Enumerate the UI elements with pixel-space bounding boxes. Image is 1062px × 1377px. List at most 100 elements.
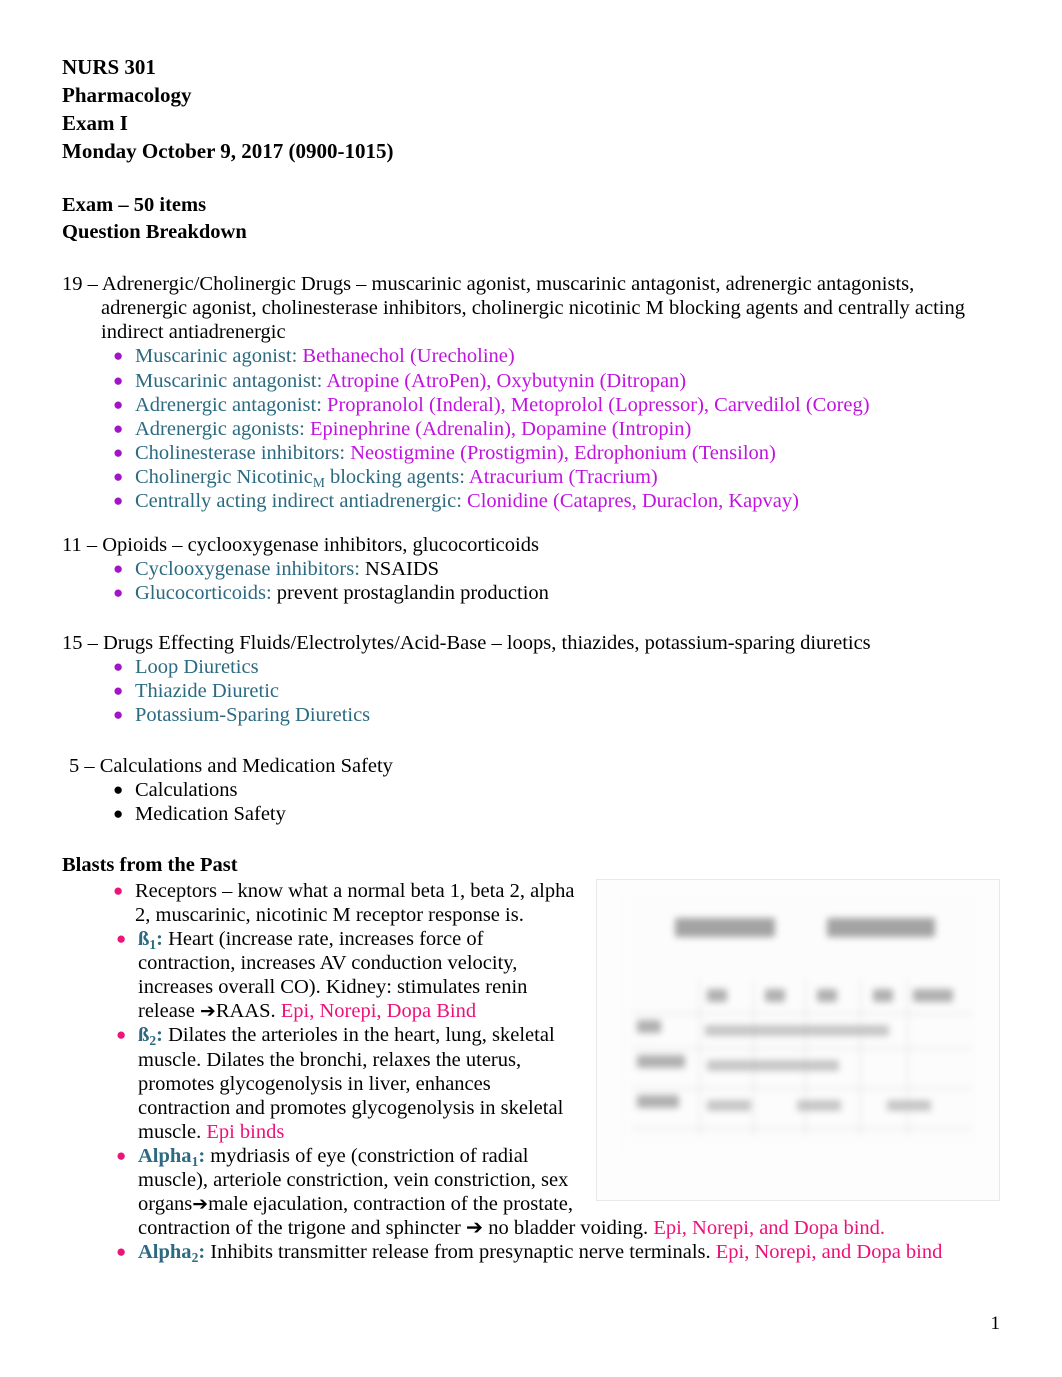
item-value: Bethanechol (Urecholine) bbox=[302, 345, 515, 368]
item-value: Epinephrine (Adrenalin), Dopamine (Intro… bbox=[309, 417, 692, 440]
bullet-dot-icon: ● bbox=[113, 681, 124, 701]
item-label: Cholinesterase inhibitors: bbox=[135, 441, 346, 464]
bullet-dot-icon: ● bbox=[116, 929, 127, 949]
bullet-dot-icon: ● bbox=[113, 418, 124, 438]
bullet-dot-icon: ● bbox=[113, 881, 124, 901]
list-item: ● Cyclooxygenase inhibitors: NSAIDS bbox=[95, 557, 1000, 581]
item-value: Neostigmine (Prostigmin), Edrophonium (T… bbox=[350, 441, 776, 464]
receptor-name-colon: : bbox=[156, 1024, 163, 1047]
bullet-list-receptors: ● ß1: Heart (increase rate, increases fo… bbox=[102, 927, 1000, 1264]
blasts-heading: Blasts from the Past bbox=[62, 853, 238, 876]
item-label-pre: Cholinergic Nicotinic bbox=[135, 465, 313, 488]
arrow-icon: ➔ bbox=[200, 1000, 216, 1023]
item-label: Potassium-Sparing Diuretics bbox=[135, 704, 371, 727]
arrow-icon: ➔ bbox=[192, 1193, 209, 1216]
receptor-name: Alpha bbox=[138, 1241, 192, 1264]
receptor-binding: Epi, Norepi, and Dopa bind. bbox=[653, 1217, 886, 1240]
list-item: ● Muscarinic agonist: Bethanechol (Urech… bbox=[95, 344, 1000, 368]
item-label: Cyclooxygenase inhibitors: bbox=[135, 558, 360, 581]
bullet-dot-icon: ● bbox=[116, 1242, 127, 1262]
receptor-body-b: male ejaculation, contraction of the pro… bbox=[138, 1193, 654, 1240]
bullet-dot-icon: ● bbox=[113, 705, 124, 725]
bullet-list-adrenergic: ● Muscarinic agonist: Bethanechol (Urech… bbox=[95, 344, 1000, 513]
item-label: Adrenergic agonists: bbox=[135, 417, 305, 440]
item-label: Glucocorticoids: bbox=[135, 582, 272, 605]
list-item: ● Glucocorticoids: prevent prostaglandin… bbox=[95, 581, 1000, 605]
section-lead-fluids: 15 – Drugs Effecting Fluids/Electrolytes… bbox=[62, 631, 1000, 655]
item-value: Atropine (AtroPen), Oxybutynin (Ditropan… bbox=[326, 369, 687, 392]
title-line-subject: Pharmacology bbox=[62, 82, 192, 107]
receptor-body-a: Dilates the arterioles in the heart, lun… bbox=[138, 1024, 564, 1143]
document-page: NURS 301 Pharmacology Exam I Monday Octo… bbox=[0, 0, 1062, 1377]
title-line-datetime: Monday October 9, 2017 (0900-1015) bbox=[62, 138, 394, 163]
section-lead-text: 11 – Opioids – cyclooxygenase inhibitors… bbox=[62, 533, 539, 556]
receptor-name: Alpha bbox=[138, 1144, 192, 1167]
item-label: Thiazide Diuretic bbox=[135, 680, 280, 703]
bullet-dot-icon: ● bbox=[113, 394, 124, 414]
list-item: ● Medication Safety bbox=[95, 802, 1000, 826]
bullet-dot-icon: ● bbox=[113, 583, 124, 603]
bullet-dot-icon: ● bbox=[113, 559, 124, 579]
list-item: ● Alpha1: mydriasis of eye (constriction… bbox=[102, 1144, 1000, 1240]
item-label: Muscarinic agonist: bbox=[135, 345, 298, 368]
bullet-dot-icon: ● bbox=[113, 657, 124, 677]
question-breakdown-line: Question Breakdown bbox=[62, 220, 247, 243]
blasts-intro-text: Receptors – know what a normal beta 1, b… bbox=[135, 880, 575, 927]
bullet-list-fluids: ● Loop Diuretics ● Thiazide Diuretic ● P… bbox=[95, 655, 1000, 727]
list-item: ● ß2: Dilates the arterioles in the hear… bbox=[102, 1023, 1000, 1143]
bullet-dot-icon: ● bbox=[113, 490, 124, 510]
list-item: ● Cholinesterase inhibitors: Neostigmine… bbox=[95, 441, 1000, 465]
receptor-name: ß bbox=[138, 928, 150, 951]
receptor-name: ß bbox=[138, 1024, 150, 1047]
section-lead-text: 19 – Adrenergic/Cholinergic Drugs – musc… bbox=[62, 273, 965, 344]
bullet-dot-icon: ● bbox=[116, 1145, 127, 1165]
page-number: 1 bbox=[990, 1313, 1001, 1334]
list-item: ● Cholinergic NicotinicM blocking agents… bbox=[95, 465, 1000, 489]
exam-items-line: Exam – 50 items bbox=[62, 193, 207, 216]
list-item: ● ß1: Heart (increase rate, increases fo… bbox=[102, 927, 1000, 1023]
bullet-dot-icon: ● bbox=[113, 466, 124, 486]
section-lead-opioids: 11 – Opioids – cyclooxygenase inhibitors… bbox=[62, 533, 1000, 557]
bullet-dot-icon: ● bbox=[113, 442, 124, 462]
receptor-body-b: RAAS. bbox=[215, 1000, 281, 1023]
item-label-subscript: M bbox=[312, 474, 325, 490]
item-label-post: blocking agents: bbox=[324, 465, 465, 488]
receptor-name-colon: : bbox=[156, 928, 163, 951]
section-lead-text: 5 – Calculations and Medication Safety bbox=[69, 754, 393, 777]
item-value: Propranolol (Inderal), Metoprolol (Lopre… bbox=[327, 393, 870, 416]
list-item: ● Adrenergic antagonist: Propranolol (In… bbox=[95, 393, 1000, 417]
list-item: ● Adrenergic agonists: Epinephrine (Adre… bbox=[95, 417, 1000, 441]
list-item: ● Receptors – know what a normal beta 1,… bbox=[95, 879, 1000, 927]
list-item: ● Muscarinic antagonist: Atropine (AtroP… bbox=[95, 369, 1000, 393]
section-lead-calculations: 5 – Calculations and Medication Safety bbox=[62, 754, 1000, 778]
item-label: Muscarinic antagonist: bbox=[135, 369, 323, 392]
bullet-list-blasts: ● Receptors – know what a normal beta 1,… bbox=[95, 879, 1000, 927]
item-label: Centrally acting indirect antiadrenergic… bbox=[135, 489, 462, 512]
item-label: Loop Diuretics bbox=[135, 656, 259, 679]
item-value: Clonidine (Catapres, Duraclon, Kapvay) bbox=[467, 489, 799, 512]
list-item: ● Calculations bbox=[95, 778, 1000, 802]
section-lead-adrenergic: 19 – Adrenergic/Cholinergic Drugs – musc… bbox=[62, 272, 1000, 344]
list-item: ● Loop Diuretics bbox=[95, 655, 1000, 679]
list-item: ● Centrally acting indirect antiadrenerg… bbox=[95, 489, 1000, 513]
item-value: prevent prostaglandin production bbox=[276, 582, 549, 605]
list-item: ● Potassium-Sparing Diuretics bbox=[95, 703, 1000, 727]
bullet-dot-icon: ● bbox=[113, 346, 124, 366]
bullet-dot-icon: ● bbox=[113, 779, 124, 799]
item-label: Adrenergic antagonist: bbox=[135, 393, 322, 416]
receptor-binding: Epi binds bbox=[206, 1120, 285, 1143]
title-line-exam: Exam I bbox=[62, 110, 128, 135]
title-line-course: NURS 301 bbox=[62, 55, 156, 79]
document-title-block: NURS 301 Pharmacology Exam I Monday Octo… bbox=[62, 54, 1000, 166]
bullet-dot-icon: ● bbox=[113, 370, 124, 390]
receptor-body-a: Inhibits transmitter release from presyn… bbox=[205, 1241, 716, 1264]
item-value: NSAIDS bbox=[365, 558, 440, 581]
bullet-list-opioids: ● Cyclooxygenase inhibitors: NSAIDS ● Gl… bbox=[95, 557, 1000, 605]
item-value: Atracurium (Tracrium) bbox=[468, 465, 658, 488]
list-item: ● Thiazide Diuretic bbox=[95, 679, 1000, 703]
